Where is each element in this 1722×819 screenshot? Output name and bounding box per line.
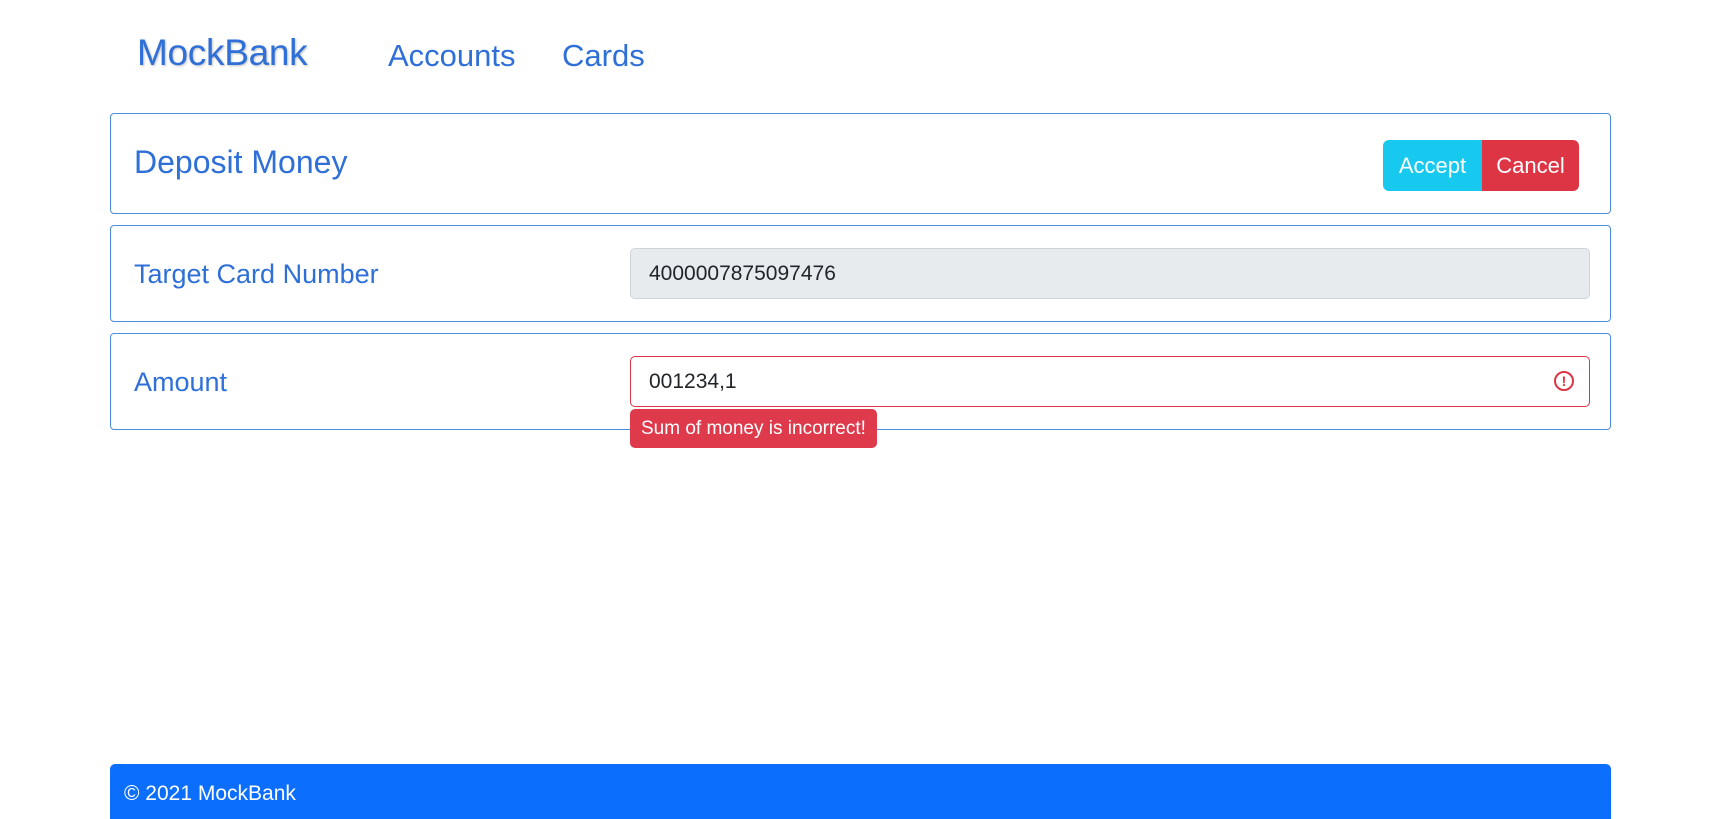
- page: MockBank Accounts Cards Deposit Money Ac…: [0, 0, 1722, 819]
- cancel-button[interactable]: Cancel: [1482, 140, 1579, 191]
- target-card-label: Target Card Number: [134, 259, 379, 289]
- action-button-group: Accept Cancel: [1383, 140, 1579, 191]
- nav-link-accounts[interactable]: Accounts: [388, 38, 516, 74]
- accept-button[interactable]: Accept: [1383, 140, 1482, 191]
- amount-label: Amount: [134, 367, 228, 397]
- nav-link-cards[interactable]: Cards: [562, 38, 645, 74]
- navbar: MockBank Accounts Cards: [0, 0, 1722, 113]
- footer: © 2021 MockBank: [110, 764, 1611, 819]
- deposit-header-card: Deposit Money Accept Cancel: [110, 113, 1611, 214]
- amount-row: Amount ! Sum of money is incorrect!: [110, 333, 1611, 448]
- target-card-row: Target Card Number: [110, 225, 1611, 322]
- brand-logo-link[interactable]: MockBank: [137, 32, 308, 74]
- footer-copyright: © 2021 MockBank: [124, 782, 296, 805]
- target-card-input[interactable]: [630, 248, 1590, 299]
- exclamation-circle-icon: !: [1554, 371, 1574, 391]
- amount-input[interactable]: [630, 356, 1590, 407]
- validation-error-tooltip: Sum of money is incorrect!: [630, 409, 877, 448]
- page-title: Deposit Money: [134, 144, 348, 180]
